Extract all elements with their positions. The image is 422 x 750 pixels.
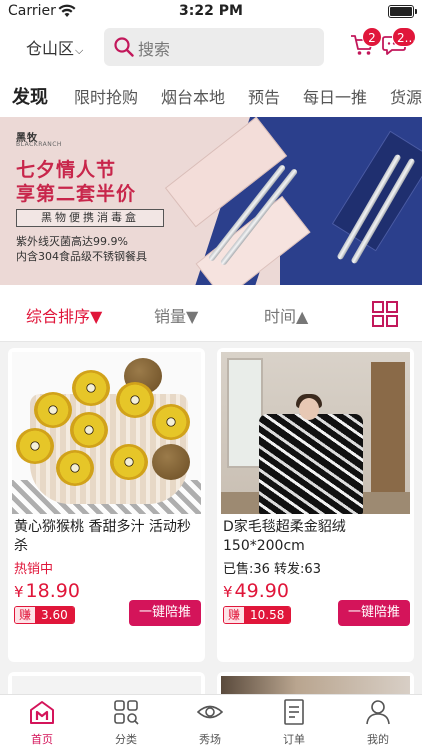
tabbar-label: 订单 bbox=[283, 733, 305, 746]
tabbar-orders[interactable]: 订单 bbox=[264, 699, 324, 749]
message-count-badge: 2... bbox=[392, 27, 416, 47]
clock: 3:22 PM bbox=[179, 3, 243, 19]
tab-local[interactable]: 烟台本地 bbox=[161, 84, 225, 108]
banner-brand-sub: BLACKRANCH bbox=[16, 141, 62, 148]
banner-line-2: 内含304食品级不锈钢餐具 bbox=[16, 250, 147, 263]
kiwi-fruit bbox=[116, 382, 154, 418]
sort-comprehensive[interactable]: 综合排序▼ bbox=[26, 303, 102, 327]
currency-symbol: ¥ bbox=[223, 583, 233, 601]
tab-flash-sale[interactable]: 限时抢购 bbox=[74, 84, 138, 108]
tabbar-label: 秀场 bbox=[199, 733, 221, 746]
battery-icon bbox=[388, 5, 417, 18]
one-click-push-button[interactable]: 一键陪推 bbox=[129, 600, 201, 626]
tab-preview[interactable]: 预告 bbox=[248, 84, 280, 108]
tab-daily-pick[interactable]: 每日一推 bbox=[303, 84, 367, 108]
product-image[interactable] bbox=[221, 352, 410, 514]
earn-value: 10.58 bbox=[244, 607, 291, 623]
search-placeholder: 搜索 bbox=[138, 40, 171, 59]
kiwi-fruit bbox=[34, 392, 72, 428]
tabbar-category[interactable]: 分类 bbox=[96, 699, 156, 749]
earn-label: 赚 bbox=[224, 607, 245, 623]
app-screen: Carrier 3:22 PM 仓山区⌵ 搜索 2 2... 发现 限时抢购 烟… bbox=[0, 0, 422, 750]
banner-line-1: 紫外线灭菌高达99.9% bbox=[16, 235, 128, 248]
product-title: 黄心猕猴桃 香甜多汁 活动秒杀 bbox=[14, 519, 191, 554]
product-price: ¥18.90 bbox=[14, 580, 80, 602]
blanket bbox=[259, 414, 363, 514]
tab-discover[interactable]: 发现 bbox=[12, 83, 48, 109]
promo-banner[interactable]: 黑牧 BLACKRANCH 七夕情人节 享第二套半价 黑物便携消毒盒 紫外线灭菌… bbox=[0, 117, 422, 285]
sort-sales[interactable]: 销量▼ bbox=[154, 303, 198, 327]
location-selector[interactable]: 仓山区⌵ bbox=[26, 35, 83, 59]
tabbar-home[interactable]: 首页 bbox=[12, 699, 72, 749]
product-price: ¥49.90 bbox=[223, 580, 289, 602]
tabbar-profile[interactable]: 我的 bbox=[348, 699, 408, 749]
eye-icon bbox=[197, 705, 223, 719]
product-stats: 已售:36 转发:63 bbox=[223, 562, 321, 577]
banner-box-label: 黑物便携消毒盒 bbox=[16, 209, 164, 227]
sort-time[interactable]: 时间▲ bbox=[264, 303, 308, 327]
status-bar: Carrier 3:22 PM bbox=[0, 0, 422, 26]
location-label: 仓山区 bbox=[26, 39, 75, 58]
price-value: 18.90 bbox=[25, 580, 80, 602]
tabbar-label: 我的 bbox=[367, 733, 389, 746]
tabbar-label: 首页 bbox=[31, 733, 53, 746]
model-head bbox=[299, 398, 319, 420]
category-tabs: 发现 限时抢购 烟台本地 预告 每日一推 货源 bbox=[0, 72, 422, 117]
currency-symbol: ¥ bbox=[14, 583, 24, 601]
top-header: 仓山区⌵ 搜索 2 2... bbox=[0, 26, 422, 72]
one-click-push-button[interactable]: 一键陪推 bbox=[338, 600, 410, 626]
kiwi-fruit bbox=[152, 404, 190, 440]
chevron-down-icon: ⌵ bbox=[75, 44, 84, 57]
search-bar[interactable]: 搜索 bbox=[104, 28, 324, 66]
tabbar-label: 分类 bbox=[115, 733, 137, 746]
category-icon bbox=[114, 700, 139, 725]
kiwi-fruit bbox=[56, 450, 94, 486]
banner-headline-1: 七夕情人节 bbox=[16, 159, 117, 181]
tab-supply[interactable]: 货源 bbox=[390, 84, 422, 108]
search-icon bbox=[114, 37, 134, 57]
home-icon bbox=[30, 701, 54, 724]
earn-value: 3.60 bbox=[35, 607, 74, 623]
price-value: 49.90 bbox=[234, 580, 289, 602]
kiwi-fruit bbox=[72, 370, 110, 406]
earn-badge: 赚 10.58 bbox=[223, 606, 292, 624]
product-status-tag: 热销中 bbox=[14, 562, 54, 577]
product-card[interactable]: 黄心猕猴桃 香甜多汁 活动秒杀 热销中 ¥18.90 赚 3.60 一键陪推 bbox=[8, 348, 205, 662]
bottom-tab-bar: 首页 分类 秀场 订单 我的 bbox=[0, 694, 422, 750]
layout-grid-icon[interactable] bbox=[372, 301, 398, 327]
kiwi-fruit bbox=[16, 428, 54, 464]
profile-icon bbox=[366, 700, 390, 725]
door bbox=[371, 362, 405, 502]
product-title: D家毛毯超柔金貂绒150*200cm bbox=[223, 519, 346, 554]
banner-headline-2: 享第二套半价 bbox=[16, 183, 137, 205]
order-icon bbox=[284, 699, 304, 725]
product-card[interactable]: D家毛毯超柔金貂绒150*200cm 已售:36 转发:63 ¥49.90 赚 … bbox=[217, 348, 414, 662]
kiwi-fruit bbox=[70, 412, 108, 448]
window bbox=[227, 358, 263, 468]
cart-count-badge: 2 bbox=[362, 27, 382, 47]
tabbar-show[interactable]: 秀场 bbox=[180, 699, 240, 749]
earn-badge: 赚 3.60 bbox=[14, 606, 75, 624]
product-image[interactable] bbox=[12, 352, 201, 514]
kiwi-fruit bbox=[110, 444, 148, 480]
sort-bar: 综合排序▼ 销量▼ 时间▲ bbox=[0, 285, 422, 342]
kiwi-fruit bbox=[152, 444, 190, 480]
earn-label: 赚 bbox=[15, 607, 36, 623]
